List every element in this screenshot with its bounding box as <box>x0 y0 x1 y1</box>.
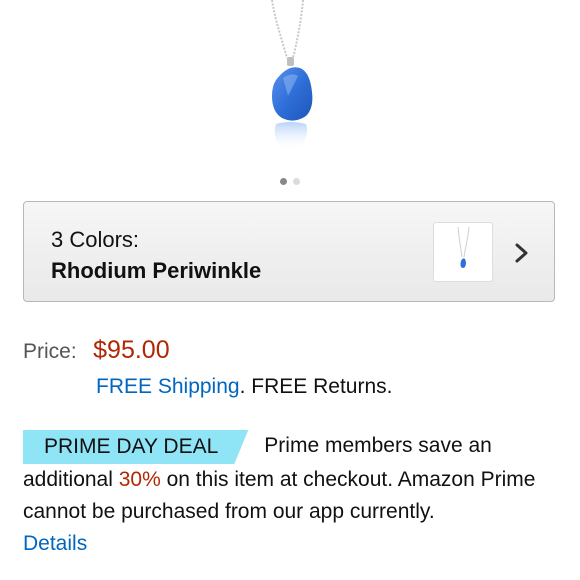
color-count-label: 3 Colors: <box>51 227 140 252</box>
details-link[interactable]: Details <box>23 528 563 560</box>
color-thumbnail[interactable] <box>433 222 493 282</box>
price-value: $95.00 <box>93 336 170 364</box>
pendant-thumbnail-icon <box>457 226 470 268</box>
product-image[interactable] <box>0 0 580 175</box>
color-selector[interactable]: 3 Colors: Rhodium Periwinkle <box>23 201 555 302</box>
shipping-row: FREE Shipping. FREE Returns. <box>96 375 392 399</box>
chevron-right-icon[interactable] <box>511 240 533 266</box>
price-label: Price: <box>23 340 77 363</box>
pendant-necklace-image <box>271 0 313 152</box>
free-shipping-link[interactable]: FREE Shipping <box>96 375 240 398</box>
price-row: Price: $95.00 <box>23 336 170 365</box>
pager-dot-1[interactable] <box>280 178 287 185</box>
selected-color-name: Rhodium Periwinkle <box>51 258 262 283</box>
image-pager-dots[interactable] <box>0 178 580 185</box>
prime-day-deal-badge: PRIME DAY DEAL <box>23 430 248 464</box>
prime-day-deal-block: PRIME DAY DEAL Prime members save an addi… <box>23 430 563 560</box>
pager-dot-2[interactable] <box>293 178 300 185</box>
deal-percent: 30% <box>118 468 161 491</box>
free-returns-text: FREE Returns. <box>245 375 393 398</box>
